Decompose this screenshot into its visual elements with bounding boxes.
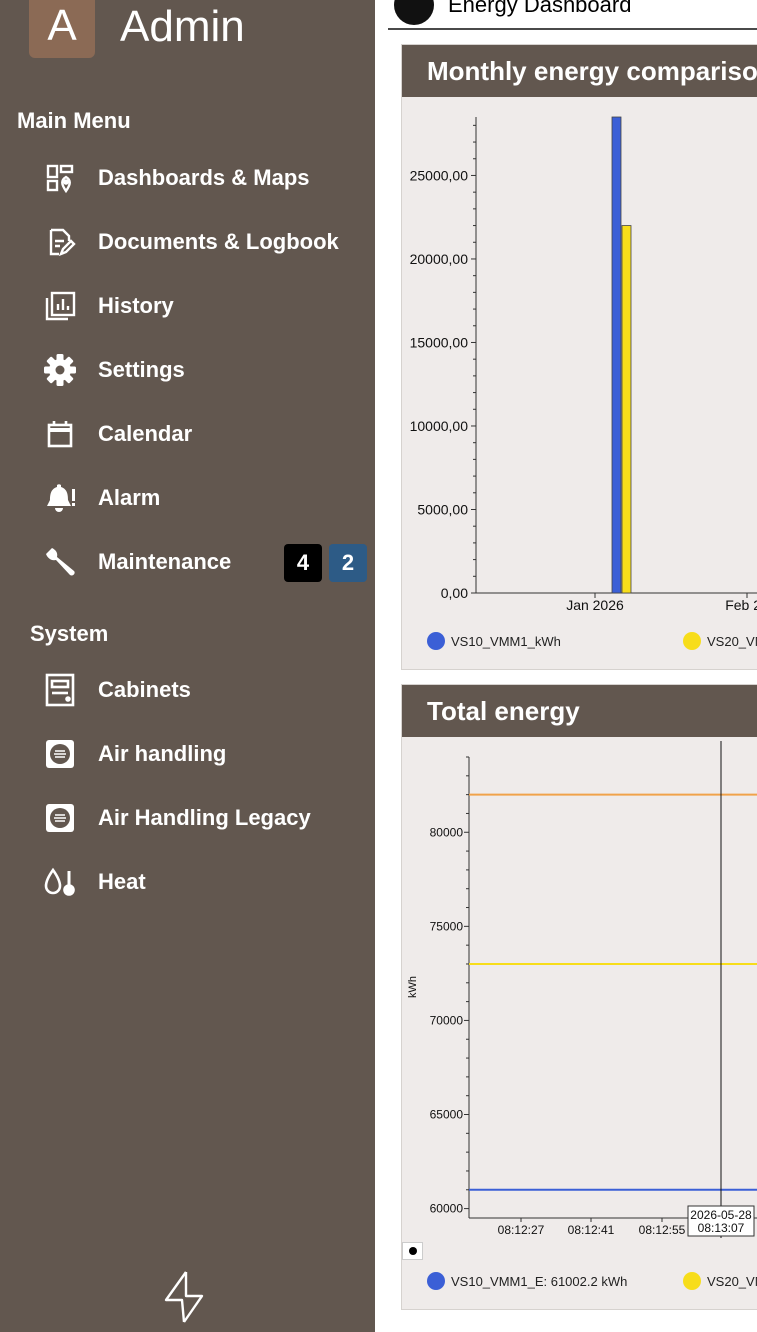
wrench-icon [40,542,80,582]
y-tick-label: 20000,00 [410,251,469,267]
sidebar-item-label: Calendar [98,421,193,446]
air-handling-icon [40,734,80,774]
sidebar-item-label: History [98,293,174,318]
page-header: Energy Dashboard [388,0,757,30]
bar [611,116,622,594]
legend-label: VS10_VMM1_E: 61002.2 kWh [451,1273,628,1289]
sidebar-item-label: Cabinets [98,677,191,702]
legend-dot [427,632,445,650]
main-content: Energy Dashboard Monthly energy comparis… [375,0,757,1332]
maintenance-badge-count[interactable]: 4 [284,544,322,582]
legend-item[interactable]: VS10_VMM1_kWh [427,632,561,650]
system-title: System [30,621,109,646]
page-title: Energy Dashboard [448,0,632,17]
legend-item[interactable]: VS20_VM [683,632,757,650]
y-tick-label: 10000,00 [410,418,469,434]
sidebar-item-calendar[interactable]: Calendar [40,414,370,454]
alarm-bell-icon [40,478,80,518]
history-chart-icon [40,286,80,326]
document-edit-icon [40,222,80,262]
sidebar-item-label: Air Handling Legacy [98,805,311,830]
lightning-logo-icon [162,1270,206,1331]
y-axis-label: kWh [407,976,419,998]
monthly-energy-bar-chart: 0,00 5000,00 10000,00 15000,00 20000,00 25000… [410,116,757,613]
legend-label: VS10_VMM1_kWh [451,633,561,649]
y-tick-label: 60000 [430,1202,464,1216]
chart-reset-icon[interactable] [402,1242,423,1260]
sidebar-item-label: Alarm [98,485,161,510]
y-tick-label: 65000 [430,1108,464,1122]
sidebar-item-label: Settings [98,357,185,382]
x-tick-label: 08:12:41 [568,1223,615,1237]
monthly-energy-panel: Monthly energy comparison 0,00 5000,00 100… [401,44,757,670]
sidebar-item-settings[interactable]: Settings [40,350,370,390]
legend-dot [683,632,701,650]
sidebar-item-dashboards[interactable]: Dashboards & Maps [40,158,370,198]
legend-label: VS20_VM [707,1273,757,1289]
legend-dot [427,1272,445,1290]
sidebar: A Admin Main Menu Dashboards & Maps Docu… [0,0,375,1332]
air-handling-legacy-icon [40,798,80,838]
sidebar-item-history[interactable]: History [40,286,370,326]
sidebar-item-heat[interactable]: Heat [40,862,370,902]
maintenance-badge-count-secondary[interactable]: 2 [329,544,367,582]
x-tick-label: 08:12:55 [639,1223,686,1237]
map-book-icon [394,0,434,25]
sidebar-item-air-handling-legacy[interactable]: Air Handling Legacy [40,798,370,838]
x-tick-label: Feb 20 [725,597,757,613]
sidebar-item-label: Air handling [98,741,227,766]
cursor-date-label: 2026-05-28 [690,1208,752,1222]
y-tick-label: 15000,00 [410,334,469,350]
total-energy-line-chart: 60000 65000 70000 75000 80000 kWh 08:12:27 08:1… [407,741,757,1238]
calendar-icon [40,414,80,454]
legend-item[interactable]: VS20_VM [683,1272,757,1290]
y-tick-label: 0,00 [441,585,468,601]
dashboard-map-icon [40,158,80,198]
sidebar-item-alarm[interactable]: Alarm [40,478,370,518]
sidebar-item-air-handling[interactable]: Air handling [40,734,370,774]
y-tick-label: 25000,00 [410,167,469,183]
cursor-time-label: 08:13:07 [698,1221,745,1235]
cabinet-icon [40,670,80,710]
y-tick-label: 70000 [430,1013,464,1027]
x-tick-label: 08:12:27 [498,1223,545,1237]
sidebar-item-label: Heat [98,869,146,894]
panel-title: Total energy [402,685,757,737]
user-name[interactable]: Admin [120,2,245,52]
bar [621,225,632,594]
legend-item[interactable]: VS10_VMM1_E: 61002.2 kWh [427,1272,627,1290]
heat-drop-thermometer-icon [40,862,80,902]
panel-title: Monthly energy comparison [402,45,757,97]
sidebar-item-label: Maintenance [98,549,232,574]
sidebar-item-label: Dashboards & Maps [98,165,310,190]
total-energy-panel: Total energy 60000 65000 70000 75000 80000 kW… [401,684,757,1310]
avatar-letter: A [47,1,77,50]
y-tick-label: 5000,00 [417,501,468,517]
y-tick-label: 80000 [430,825,464,839]
y-tick-label: 75000 [430,919,464,933]
legend-dot [683,1272,701,1290]
x-tick-label: Jan 2026 [566,597,624,613]
sidebar-item-documents[interactable]: Documents & Logbook [40,222,370,262]
legend-label: VS20_VM [707,633,757,649]
avatar[interactable]: A [29,0,95,58]
sidebar-item-cabinets[interactable]: Cabinets [40,670,370,710]
gear-icon [40,350,80,390]
sidebar-item-label: Documents & Logbook [98,229,339,254]
main-menu-title: Main Menu [17,108,131,133]
